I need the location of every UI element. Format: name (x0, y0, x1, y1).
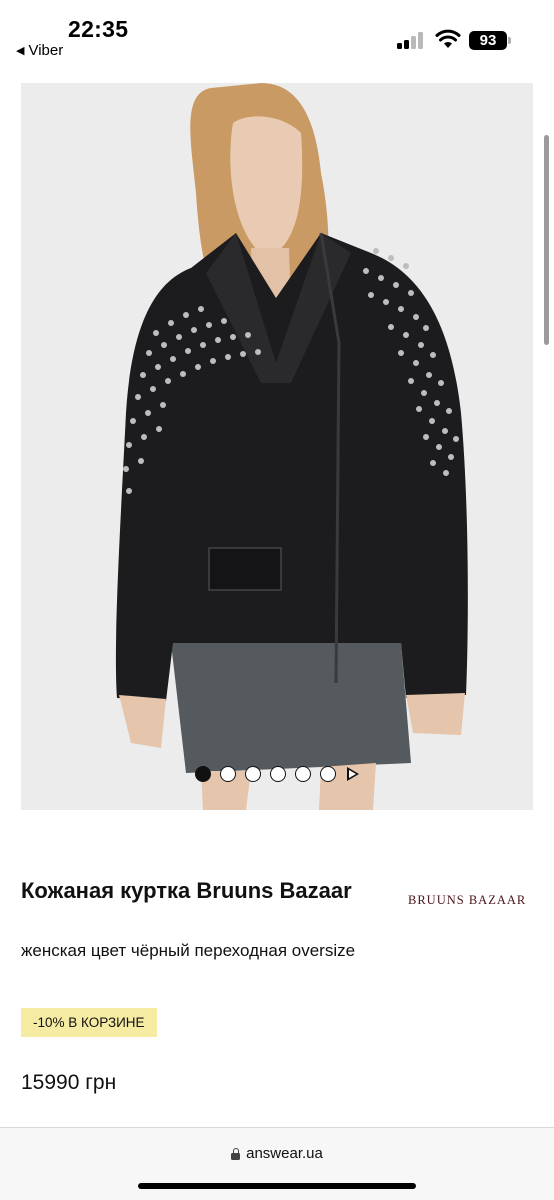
home-indicator[interactable] (138, 1183, 416, 1189)
url-display[interactable]: answear.ua (0, 1145, 554, 1162)
carousel-dots (21, 766, 533, 782)
carousel-dot[interactable] (195, 766, 211, 782)
lock-icon (231, 1147, 241, 1160)
product-subtitle: женская цвет чёрный переходная oversize (21, 941, 356, 960)
carousel-dot[interactable] (220, 766, 236, 782)
back-arrow-icon: ◀ (16, 45, 25, 57)
cellular-signal-icon (397, 31, 425, 49)
status-bar: 22:35 ◀ Viber 93 (0, 0, 554, 70)
battery-icon: 93 (469, 31, 507, 50)
product-photo (21, 83, 533, 810)
back-to-app-link[interactable]: ◀ Viber (16, 42, 63, 59)
url-text: answear.ua (246, 1145, 323, 1162)
carousel-dot[interactable] (245, 766, 261, 782)
status-time: 22:35 (68, 16, 129, 42)
promo-badge: -10% В КОРЗИНЕ (21, 1008, 157, 1037)
product-title: Кожаная куртка Bruuns Bazaar (21, 878, 352, 903)
play-video-icon[interactable] (347, 767, 359, 781)
product-image-gallery[interactable] (21, 83, 533, 810)
browser-address-bar[interactable]: answear.ua (0, 1127, 554, 1200)
carousel-dot[interactable] (295, 766, 311, 782)
back-app-label: Viber (28, 42, 64, 59)
carousel-dot[interactable] (320, 766, 336, 782)
battery-nub (508, 37, 511, 44)
brand-logo[interactable]: BRUUNS BAZAAR (408, 893, 526, 908)
product-price: 15990 грн (21, 1071, 117, 1094)
scrollbar[interactable] (544, 135, 549, 345)
carousel-dot[interactable] (270, 766, 286, 782)
wifi-icon (435, 29, 461, 48)
